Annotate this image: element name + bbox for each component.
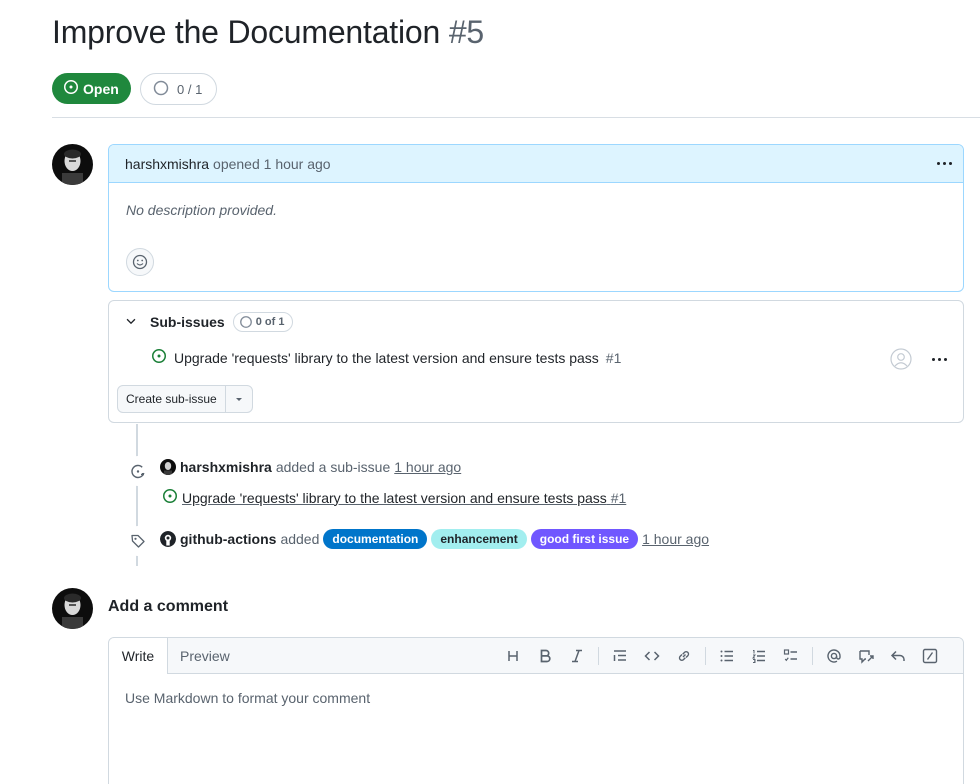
tag-icon [123,526,153,556]
assignee-person-icon[interactable] [890,348,912,373]
actor-avatar[interactable] [160,459,176,475]
subissue-event-link-ref[interactable]: #1 [611,490,627,506]
issue-state-label: Open [83,80,119,97]
task-list-icon[interactable] [775,640,807,672]
link-icon[interactable] [668,640,700,672]
label-documentation[interactable]: documentation [323,529,428,549]
bold-icon[interactable] [529,640,561,672]
issue-number: #5 [448,14,485,50]
quote-icon[interactable] [604,640,636,672]
label-good-first-issue[interactable]: good first issue [530,529,639,549]
comment-editor: Write Preview Use Markdown to format you… [108,637,964,784]
subissue-options-kebab-icon[interactable] [932,358,947,361]
comment-textarea-placeholder[interactable]: Use Markdown to format your comment [125,690,370,706]
tab-write[interactable]: Write [109,638,168,674]
formatting-tools [497,638,946,674]
tab-preview[interactable]: Preview [180,638,230,674]
subissue-event-link-row[interactable]: Upgrade 'requests' library to the latest… [162,488,626,507]
reply-icon[interactable] [882,640,914,672]
editor-toolbar: Write Preview [109,638,963,674]
comment-time[interactable]: 1 hour ago [264,156,331,172]
heading-icon[interactable] [497,640,529,672]
github-actions-avatar[interactable] [160,531,176,547]
comment-body: No description provided. [126,202,277,218]
subissue-title[interactable]: Upgrade 'requests' library to the latest… [174,350,599,366]
toolbar-divider [705,647,706,665]
add-reaction-smiley-icon[interactable] [126,248,154,276]
label-enhancement[interactable]: enhancement [431,529,527,549]
comment-action: opened [213,155,260,172]
issue-title: Improve the Documentation #5 [52,14,484,51]
subissue-added-event: harshxmishra added a sub-issue 1 hour ag… [160,459,461,475]
mention-icon[interactable] [818,640,850,672]
subissues-panel: Sub-issues 0 of 1 Upgrade 'requests' lib… [108,300,964,423]
event-actor[interactable]: harshxmishra [180,459,272,475]
issue-opened-icon [151,348,167,367]
event-actor[interactable]: github-actions [180,531,276,547]
triangle-down-icon[interactable] [226,386,252,412]
slash-command-icon[interactable] [914,640,946,672]
subissues-title: Sub-issues [150,314,225,330]
header-divider [52,117,980,118]
event-action: added [280,531,320,547]
issue-body-comment: harshxmishra opened 1 hour ago No descri… [108,144,964,292]
comment-header: harshxmishra opened 1 hour ago [109,145,963,183]
toolbar-divider [812,647,813,665]
event-time[interactable]: 1 hour ago [394,459,461,475]
issue-state-badge: Open [52,73,131,104]
chevron-down-icon[interactable] [124,314,138,331]
subissue-ref: #1 [605,349,622,366]
subissue-list-item[interactable]: Upgrade 'requests' library to the latest… [151,348,621,367]
comment-options-kebab-icon[interactable] [937,162,952,165]
event-time[interactable]: 1 hour ago [642,531,709,547]
event-action: added a sub-issue [275,459,391,475]
issue-title-text: Improve the Documentation [52,14,441,50]
create-subissue-button[interactable]: Create sub-issue [117,385,253,413]
author-avatar[interactable] [52,144,93,185]
toolbar-divider [598,647,599,665]
cross-reference-icon[interactable] [850,640,882,672]
subissue-event-link-title[interactable]: Upgrade 'requests' library to the latest… [182,490,607,506]
subissues-count-text: 0 of 1 [255,316,285,328]
subissue-added-icon [123,456,153,486]
unordered-list-icon[interactable] [711,640,743,672]
subissues-header[interactable]: Sub-issues 0 of 1 [124,312,294,332]
subissue-progress-pill[interactable]: 0 / 1 [140,73,217,105]
italic-icon[interactable] [561,640,593,672]
add-comment-heading: Add a comment [108,598,229,615]
labels-added-event: github-actions added documentation enhan… [160,529,709,549]
ordered-list-icon[interactable] [743,640,775,672]
code-icon[interactable] [636,640,668,672]
progress-ring-icon [153,80,169,99]
progress-ring-icon [239,316,252,328]
subissues-count-pill: 0 of 1 [232,312,294,332]
subissue-progress-text: 0 / 1 [177,81,203,97]
create-subissue-label[interactable]: Create sub-issue [118,386,226,412]
issue-opened-icon [63,79,79,98]
issue-opened-icon [162,488,178,507]
comment-author[interactable]: harshxmishra [125,156,209,172]
current-user-avatar[interactable] [52,588,93,629]
subissue-event-link[interactable]: Upgrade 'requests' library to the latest… [182,490,626,506]
